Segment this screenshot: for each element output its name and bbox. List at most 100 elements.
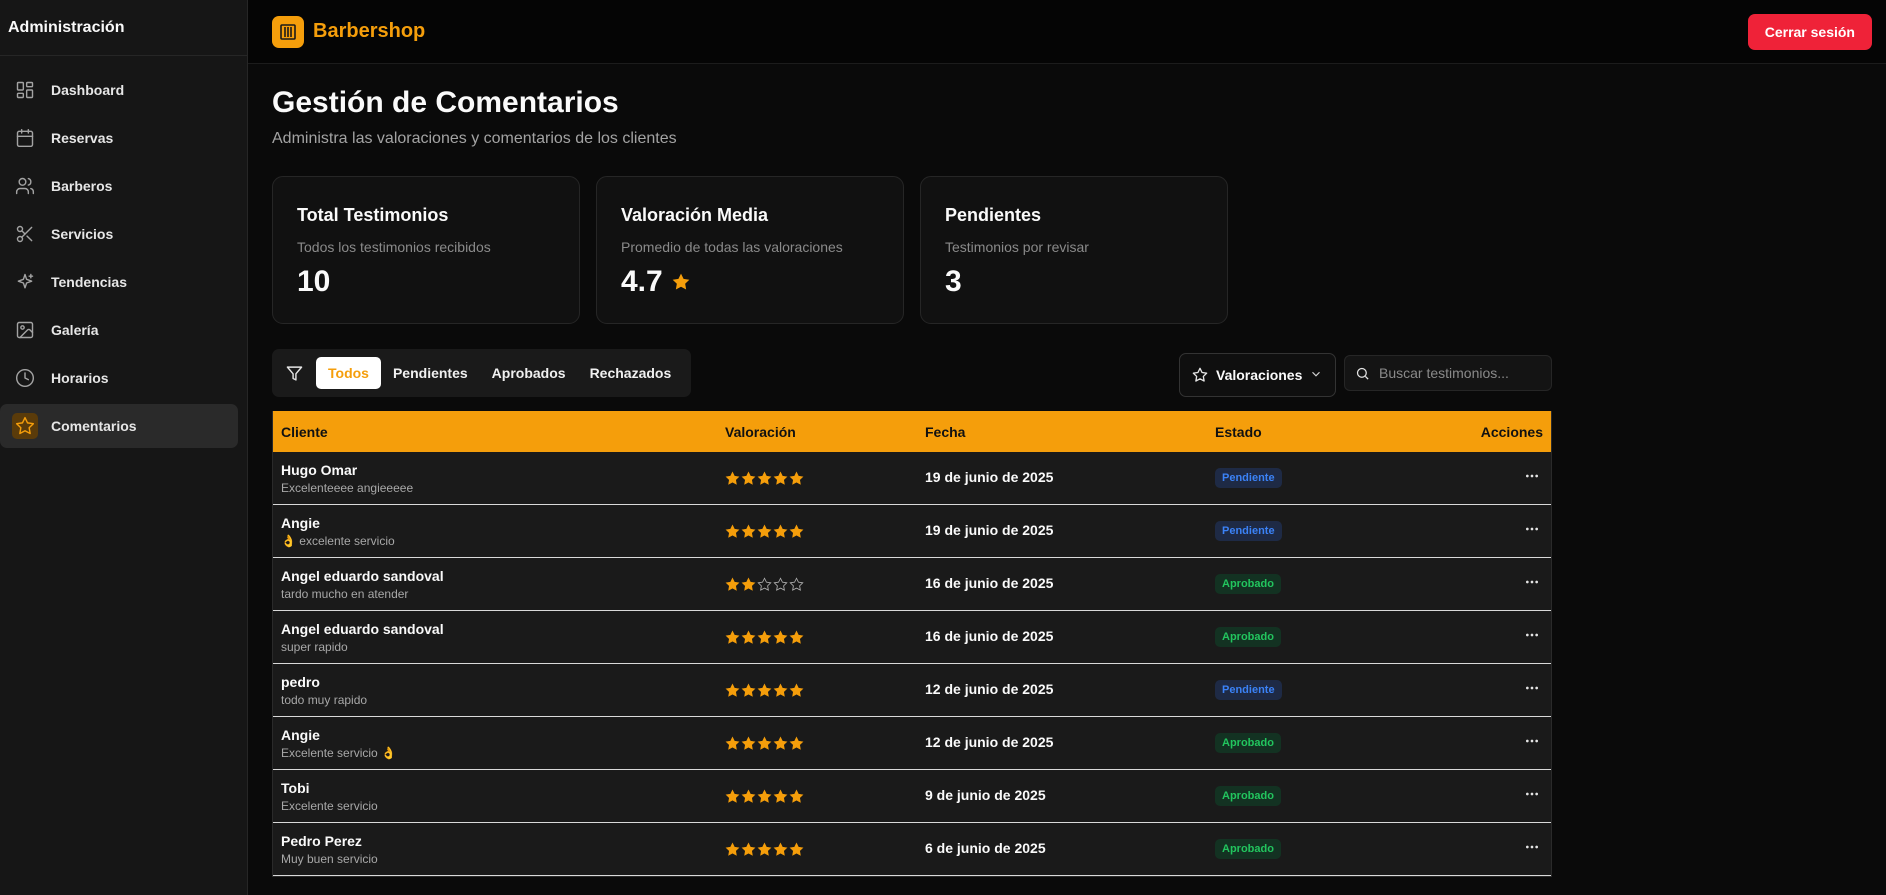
client-name: Angie	[281, 514, 320, 531]
star-filled-icon	[741, 842, 756, 856]
star-filled-icon	[741, 630, 756, 644]
sidebar-item-label: Barberos	[51, 178, 113, 194]
stat-title: Pendientes	[945, 205, 1042, 225]
client-cell: pedro todo muy rapido	[273, 674, 725, 707]
sidebar-item-servicios[interactable]: Servicios	[0, 212, 247, 256]
logout-button[interactable]: Cerrar sesión	[1747, 13, 1872, 50]
actions-cell	[1455, 521, 1551, 542]
actions-cell	[1455, 680, 1551, 701]
status-badge: Aprobado	[1215, 574, 1281, 594]
status-cell: Pendiente	[1215, 680, 1455, 700]
star-filled-icon	[741, 471, 756, 485]
more-actions-icon[interactable]	[1521, 786, 1543, 802]
sidebar-item-label: Dashboard	[51, 82, 125, 98]
star-filled-icon	[773, 471, 788, 485]
date-cell: 16 de junio de 2025	[925, 575, 1215, 593]
table-body: Hugo Omar Excelenteeee angieeeee 19 de j…	[273, 452, 1551, 876]
client-comment: Excelenteeee angieeeee	[281, 480, 414, 495]
status-tabs: Todos Pendientes Aprobados Rechazados	[272, 349, 692, 397]
client-cell: Angel eduardo sandoval super rapido	[273, 621, 725, 654]
barber-pole-icon	[272, 15, 304, 48]
rating-cell	[725, 842, 925, 857]
date-cell: 19 de junio de 2025	[925, 469, 1215, 487]
client-comment: super rapido	[281, 639, 348, 654]
star-filled-icon	[789, 630, 804, 644]
more-actions-icon[interactable]	[1521, 574, 1543, 590]
calendar-icon	[14, 127, 36, 149]
client-name: Hugo Omar	[281, 461, 358, 478]
stat-value: 3	[945, 265, 1203, 299]
star-filled-icon	[789, 789, 804, 803]
date-text: 6 de junio de 2025	[925, 840, 1046, 856]
rating-filter-select[interactable]: Valoraciones	[1179, 353, 1336, 397]
star-filled-icon	[773, 683, 788, 697]
sidebar-item-barberos[interactable]: Barberos	[0, 164, 247, 208]
star-filled-icon	[725, 630, 740, 644]
client-name: pedro	[281, 673, 320, 690]
status-badge: Pendiente	[1215, 468, 1282, 488]
stat-title: Total Testimonios	[297, 205, 449, 225]
status-cell: Pendiente	[1215, 521, 1455, 541]
rating-filter-label: Valoraciones	[1216, 367, 1303, 383]
scissors-icon	[14, 223, 36, 245]
star-filled-icon	[773, 842, 788, 856]
tab-aprobados[interactable]: Aprobados	[480, 357, 578, 389]
client-name: Angel eduardo sandoval	[281, 567, 444, 584]
more-actions-icon[interactable]	[1521, 733, 1543, 749]
sidebar-item-dashboard[interactable]: Dashboard	[0, 68, 247, 112]
brand[interactable]: Barbershop	[272, 15, 425, 48]
more-actions-icon[interactable]	[1521, 839, 1543, 855]
client-comment: Excelente servicio 👌	[281, 745, 396, 760]
rating-cell	[725, 630, 925, 645]
rating-stars	[725, 630, 925, 645]
sparkles-icon	[14, 271, 36, 293]
date-text: 19 de junio de 2025	[925, 522, 1054, 538]
stat-value-text: 4.7	[621, 265, 663, 298]
page-content: Gestión de Comentarios Administra las va…	[248, 64, 1886, 877]
search-input[interactable]	[1379, 365, 1529, 381]
client-name: Tobi	[281, 779, 310, 796]
rating-cell	[725, 471, 925, 486]
tab-todos[interactable]: Todos	[316, 357, 381, 389]
client-cell: Angie Excelente servicio 👌	[273, 727, 725, 760]
tab-pendientes[interactable]: Pendientes	[381, 357, 480, 389]
star-filled-icon	[725, 683, 740, 697]
tab-rechazados[interactable]: Rechazados	[578, 357, 684, 389]
sidebar-item-reservas[interactable]: Reservas	[0, 116, 247, 160]
star-filled-icon	[725, 789, 740, 803]
sidebar-item-horarios[interactable]: Horarios	[0, 356, 247, 400]
stat-description: Todos los testimonios recibidos	[297, 239, 491, 255]
date-cell: 6 de junio de 2025	[925, 840, 1215, 858]
more-actions-icon[interactable]	[1521, 521, 1543, 537]
stat-value: 10	[297, 265, 555, 299]
sidebar-item-galeria[interactable]: Galería	[0, 308, 247, 352]
date-text: 12 de junio de 2025	[925, 734, 1054, 750]
star-empty-icon	[773, 576, 788, 591]
filter-icon[interactable]	[280, 365, 308, 382]
more-actions-icon[interactable]	[1521, 468, 1543, 484]
star-filled-icon	[789, 524, 804, 538]
table-row: Angie Excelente servicio 👌 12 de junio d…	[273, 717, 1551, 770]
sidebar-item-comentarios[interactable]: Comentarios	[0, 404, 238, 448]
stat-value-text: 3	[945, 265, 962, 298]
date-cell: 12 de junio de 2025	[925, 681, 1215, 699]
sidebar-item-tendencias[interactable]: Tendencias	[0, 260, 247, 304]
rating-cell	[725, 789, 925, 804]
client-cell: Tobi Excelente servicio	[273, 780, 725, 813]
table-header: Cliente Valoración Fecha Estado Acciones	[273, 411, 1551, 452]
actions-cell	[1455, 627, 1551, 648]
client-cell: Angel eduardo sandoval tardo mucho en at…	[273, 568, 725, 601]
more-actions-icon[interactable]	[1521, 680, 1543, 696]
star-filled-icon	[789, 842, 804, 856]
client-cell: Angie 👌 excelente servicio	[273, 515, 725, 548]
rating-cell	[725, 736, 925, 751]
actions-cell	[1455, 733, 1551, 754]
star-icon	[12, 413, 38, 439]
column-header-estado: Estado	[1215, 423, 1262, 440]
client-cell: Pedro Perez Muy buen servicio	[273, 833, 725, 866]
more-actions-icon[interactable]	[1521, 627, 1543, 643]
sidebar-item-label: Servicios	[51, 226, 114, 242]
table-row: Tobi Excelente servicio 9 de junio de 20…	[273, 770, 1551, 823]
filter-toolbar: Todos Pendientes Aprobados Rechazados Va…	[272, 349, 1552, 397]
table-row: Angel eduardo sandoval tardo mucho en at…	[273, 558, 1551, 611]
